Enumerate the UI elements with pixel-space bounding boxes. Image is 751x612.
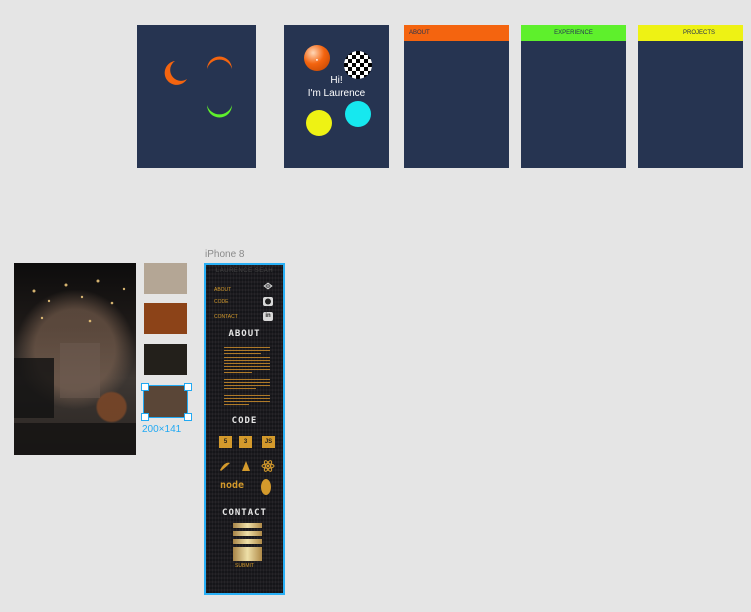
about-circle-label: ●	[315, 56, 319, 62]
contact-name-field[interactable]	[233, 523, 262, 528]
selection-handle-br[interactable]	[184, 413, 192, 421]
selection-handle-tl[interactable]	[141, 383, 149, 391]
swatch-4-selected[interactable]	[143, 385, 188, 418]
about-header-label: ABOUT	[409, 30, 430, 36]
contact-email-field[interactable]	[233, 531, 262, 536]
swatch-1[interactable]	[144, 263, 187, 294]
about-paragraph-3	[224, 379, 270, 391]
gulp-icon	[242, 461, 250, 471]
projects-circle[interactable]	[306, 110, 332, 136]
green-crescent	[207, 105, 232, 118]
section-title-contact: CONTACT	[222, 508, 267, 518]
swatch-2[interactable]	[144, 303, 187, 334]
greeting-line2: I'm Laurence	[307, 88, 366, 99]
contact-subject-field[interactable]	[233, 539, 262, 544]
about-paragraph-4	[224, 395, 270, 407]
nav-code[interactable]: CODE	[214, 299, 228, 305]
selection-size-label: 200×141	[142, 424, 182, 435]
github-glyph	[265, 298, 271, 305]
artboard-splash[interactable]	[137, 25, 256, 168]
projects-header-label: PROJECTS	[682, 30, 715, 36]
pug-icon	[261, 479, 271, 495]
section-title-about: ABOUT	[228, 329, 261, 339]
javascript-icon: JS	[262, 436, 275, 448]
swatch-3[interactable]	[144, 344, 187, 375]
react-icon	[261, 460, 275, 472]
artboard-about[interactable]: ABOUT	[404, 25, 509, 168]
github-icon[interactable]	[263, 297, 273, 306]
greeting-line1: Hi!	[330, 75, 343, 86]
crescent-shapes	[164, 56, 232, 118]
codepen-glyph	[263, 282, 273, 290]
experience-circle[interactable]	[345, 101, 371, 127]
nodejs-icon: node	[220, 480, 245, 491]
orange-crescent-right	[207, 56, 232, 69]
experience-header-label: EXPERIENCE	[554, 30, 593, 36]
linkedin-icon[interactable]: in	[263, 312, 273, 321]
codepen-icon[interactable]	[263, 282, 273, 291]
iphone-artboard[interactable]: LAURENCE SEAH ABOUT CODE CONTACT in ABOU…	[204, 263, 285, 595]
iphone-artboard-label[interactable]: iPhone 8	[205, 249, 244, 260]
about-circle[interactable]: ●	[304, 45, 330, 71]
sass-icon	[220, 462, 230, 471]
experience-header-bar: EXPERIENCE	[521, 25, 626, 41]
about-paragraph-2	[224, 357, 270, 375]
hanging-lights	[14, 279, 136, 455]
interior-photo[interactable]	[14, 263, 136, 455]
nav-contact[interactable]: CONTACT	[214, 314, 238, 320]
orange-crescent-left	[164, 61, 187, 85]
about-header-bar: ABOUT	[404, 25, 509, 41]
html5-icon: 5	[219, 436, 232, 448]
artboard-experience[interactable]: EXPERIENCE	[521, 25, 626, 168]
projects-header-bar: PROJECTS	[638, 25, 743, 41]
section-title-code: CODE	[231, 416, 258, 426]
selection-handle-bl[interactable]	[141, 413, 149, 421]
submit-button[interactable]: SUBMIT	[206, 563, 283, 569]
about-paragraph-1	[224, 347, 270, 356]
selection-handle-tr[interactable]	[184, 383, 192, 391]
artboard-projects[interactable]: PROJECTS	[638, 25, 743, 168]
css3-icon: 3	[239, 436, 252, 448]
site-title: LAURENCE SEAH	[215, 268, 274, 274]
artboard-home[interactable]: ● Hi! I'm Laurence	[284, 25, 389, 168]
contact-message-field[interactable]	[233, 547, 262, 561]
nav-about[interactable]: ABOUT	[214, 287, 231, 293]
